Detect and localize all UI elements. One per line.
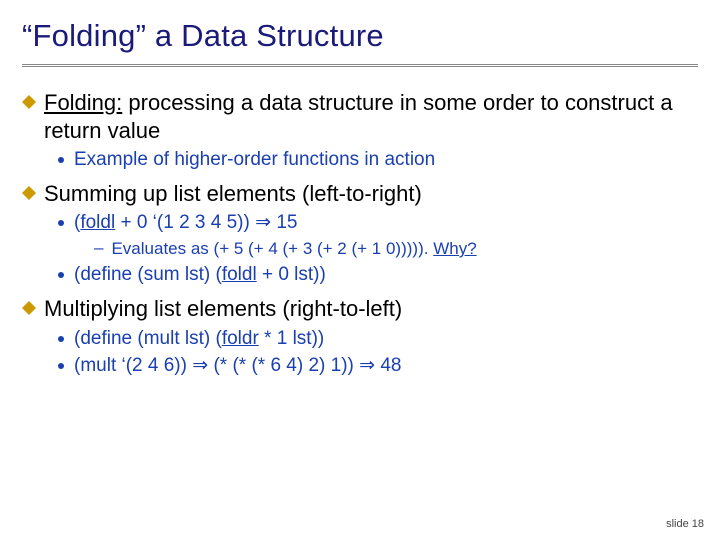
arrow-icon: ⇒ [255, 212, 271, 233]
dot-icon [58, 220, 64, 226]
term-why: Why? [433, 239, 476, 258]
t: (define (mult lst) ( [74, 328, 222, 349]
sub-define-sum: (define (sum lst) (foldl + 0 lst)) [58, 263, 698, 287]
term-foldl: foldl [80, 212, 115, 233]
diamond-icon [22, 95, 36, 109]
t: (* (* (* 6 4) 2) 1)) [208, 355, 359, 376]
term-folding: Folding: [44, 90, 122, 115]
t: (mult ‘(2 4 6)) [74, 355, 192, 376]
dash-icon: – [94, 238, 103, 258]
dot-icon [58, 336, 64, 342]
t: (define (sum lst) ( [74, 264, 222, 285]
sub-foldl-expr-text: (foldl + 0 ‘(1 2 3 4 5)) ⇒ 15 [74, 211, 297, 235]
bullet-folding: Folding: processing a data structure in … [22, 89, 698, 144]
t: + 0 lst)) [257, 264, 326, 285]
arrow-icon: ⇒ [192, 355, 208, 376]
subsub-evaluates: – Evaluates as (+ 5 (+ 4 (+ 3 (+ 2 (+ 1 … [94, 238, 698, 259]
bullet-folding-rest: processing a data structure in some orde… [44, 90, 673, 143]
sub-define-mult-text: (define (mult lst) (foldr * 1 lst)) [74, 327, 324, 351]
t: Evaluates as (+ 5 (+ 4 (+ 3 (+ 2 (+ 1 0)… [111, 239, 433, 258]
slide-title: “Folding” a Data Structure [22, 18, 698, 54]
term-foldr: foldr [222, 328, 259, 349]
title-divider [22, 64, 698, 67]
bullet-folding-text: Folding: processing a data structure in … [44, 89, 698, 144]
sub-define-sum-text: (define (sum lst) (foldl + 0 lst)) [74, 263, 326, 287]
t: 15 [271, 212, 297, 233]
diamond-icon [22, 186, 36, 200]
slide: “Folding” a Data Structure Folding: proc… [0, 0, 720, 540]
bullet-summing-text: Summing up list elements (left-to-right) [44, 180, 422, 208]
bullet-summing: Summing up list elements (left-to-right) [22, 180, 698, 208]
bullet-multiplying: Multiplying list elements (right-to-left… [22, 295, 698, 323]
sub-example-higher-order-text: Example of higher-order functions in act… [74, 148, 435, 172]
bullet-multiplying-text: Multiplying list elements (right-to-left… [44, 295, 402, 323]
subsub-evaluates-text: Evaluates as (+ 5 (+ 4 (+ 3 (+ 2 (+ 1 0)… [111, 238, 476, 259]
sub-define-mult: (define (mult lst) (foldr * 1 lst)) [58, 327, 698, 351]
t: * 1 lst)) [259, 328, 324, 349]
dot-icon [58, 363, 64, 369]
diamond-icon [22, 301, 36, 315]
sub-mult-eval: (mult ‘(2 4 6)) ⇒ (* (* (* 6 4) 2) 1)) ⇒… [58, 354, 698, 378]
sub-mult-eval-text: (mult ‘(2 4 6)) ⇒ (* (* (* 6 4) 2) 1)) ⇒… [74, 354, 402, 378]
t: + 0 ‘(1 2 3 4 5)) [115, 212, 255, 233]
t: 48 [375, 355, 401, 376]
dot-icon [58, 157, 64, 163]
sub-example-higher-order: Example of higher-order functions in act… [58, 148, 698, 172]
dot-icon [58, 272, 64, 278]
term-foldl: foldl [222, 264, 257, 285]
arrow-icon: ⇒ [359, 355, 375, 376]
sub-foldl-expr: (foldl + 0 ‘(1 2 3 4 5)) ⇒ 15 [58, 211, 698, 235]
slide-number: slide 18 [666, 518, 704, 530]
